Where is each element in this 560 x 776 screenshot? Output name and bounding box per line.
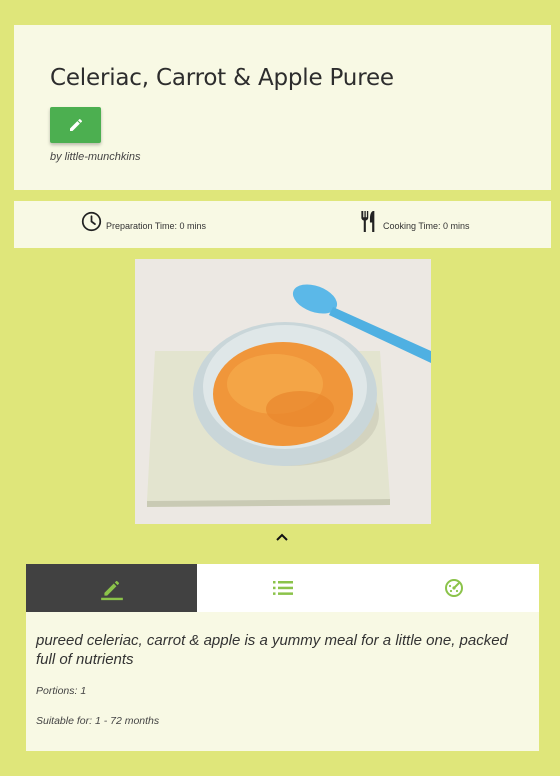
recipe-tabs-card: pureed celeriac, carrot & apple is a yum… [26,564,539,751]
recipe-title: Celeriac, Carrot & Apple Puree [50,65,394,91]
edit-recipe-button[interactable] [50,107,101,143]
recipe-header-card: Celeriac, Carrot & Apple Puree by little… [14,25,551,190]
recipe-photo [135,259,431,524]
clock-icon [81,211,102,232]
recipe-suitable-age: Suitable for: 1 - 72 months [36,715,160,727]
tab-nutrition[interactable] [368,564,539,612]
recipe-portions: Portions: 1 [36,685,87,697]
nutrition-icon [444,579,463,597]
recipe-description: pureed celeriac, carrot & apple is a yum… [36,632,508,668]
pencil-icon [69,118,82,131]
tab-panel-description: pureed celeriac, carrot & apple is a yum… [26,631,539,727]
chevron-up-icon[interactable] [274,531,290,543]
preparation-time: Preparation Time: 0 mins [81,211,206,232]
recipe-author: by little-munchkins [50,151,141,163]
fork-knife-icon [361,211,375,232]
tab-bar [26,564,539,612]
pencil-icon [100,580,123,601]
cooking-time: Cooking Time: 0 mins [359,211,470,232]
list-icon [272,581,293,595]
preparation-time-label: Preparation Time: 0 mins [106,221,207,231]
tab-ingredients[interactable] [197,564,368,612]
cooking-time-label: Cooking Time: 0 mins [383,221,470,231]
tab-description[interactable] [26,564,197,612]
recipe-times-card: Preparation Time: 0 mins Cooking Time: 0… [14,201,551,248]
puree-bowl-image [135,259,431,524]
